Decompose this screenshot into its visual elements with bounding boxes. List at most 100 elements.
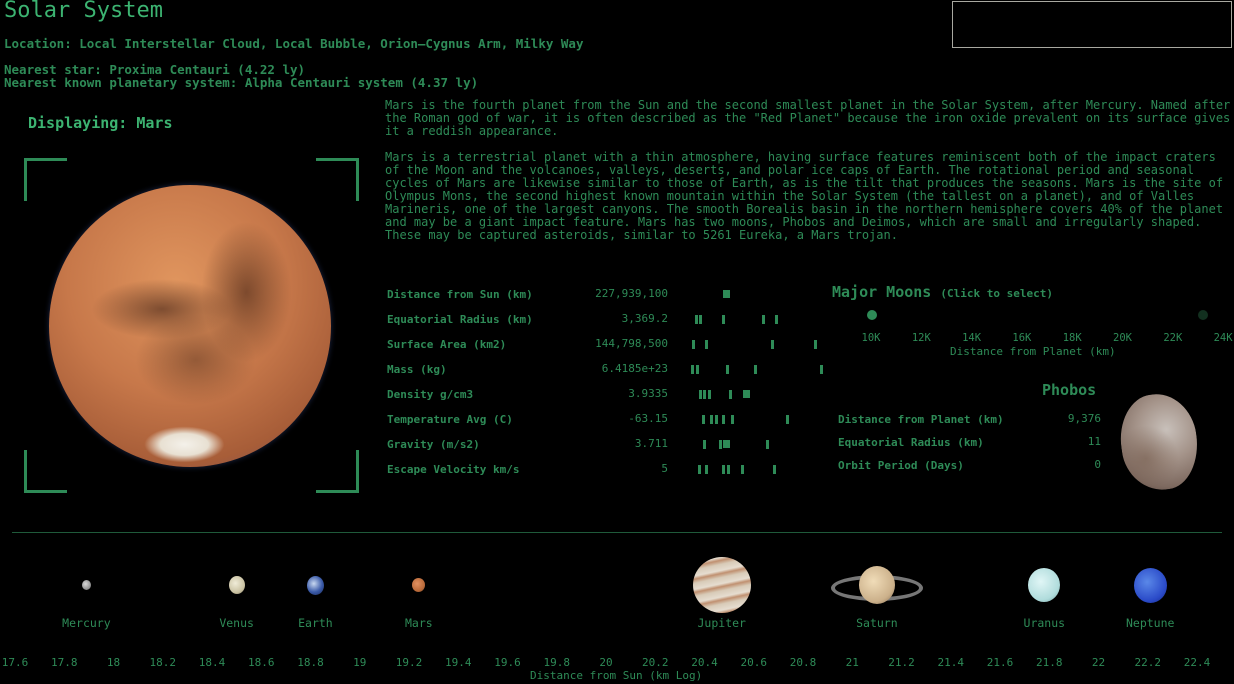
stat-tick[interactable] xyxy=(696,365,699,374)
stat-tick[interactable] xyxy=(786,415,789,424)
stat-tick[interactable] xyxy=(775,315,778,324)
planet-venus[interactable] xyxy=(228,576,245,594)
stat-tick[interactable] xyxy=(766,440,769,449)
stat-tick[interactable] xyxy=(729,390,732,399)
stat-label: Mass (kg) xyxy=(387,363,447,376)
stat-tick[interactable] xyxy=(771,340,774,349)
planet-label-earth[interactable]: Earth xyxy=(298,616,333,630)
planets-axis-tick: 18.4 xyxy=(198,656,226,669)
moons-axis-tick: 20K xyxy=(1113,332,1132,344)
moons-axis-tick: 16K xyxy=(1012,332,1032,344)
planets-axis-tick: 21 xyxy=(845,656,859,669)
planet-earth[interactable] xyxy=(306,575,324,595)
stat-tick[interactable] xyxy=(705,340,708,349)
location-text: Location: Local Interstellar Cloud, Loca… xyxy=(4,36,584,51)
stat-label: Temperature Avg (C) xyxy=(387,413,513,426)
stat-tick[interactable] xyxy=(708,390,711,399)
planet-jupiter[interactable] xyxy=(692,557,751,613)
planets-axis-tick: 18 xyxy=(106,656,121,669)
planets-axis-label: Distance from Sun (km Log) xyxy=(530,669,703,682)
stat-tick[interactable] xyxy=(703,390,706,399)
planet-label-jupiter[interactable]: Jupiter xyxy=(698,616,746,630)
stat-tick[interactable] xyxy=(723,440,730,448)
stat-tick[interactable] xyxy=(699,390,702,399)
phobos-moon-image xyxy=(1114,389,1204,495)
stat-tick[interactable] xyxy=(731,415,734,424)
stat-tick[interactable] xyxy=(723,290,730,298)
moon-stat-label: Equatorial Radius (km) xyxy=(838,436,984,449)
planets-axis-tick: 18.8 xyxy=(297,656,324,669)
stat-tick[interactable] xyxy=(773,465,776,474)
planet-mercury[interactable] xyxy=(81,580,91,590)
moons-axis-tick: 22K xyxy=(1163,332,1183,344)
search-input[interactable] xyxy=(952,1,1232,48)
stat-tick[interactable] xyxy=(762,315,765,324)
planets-axis-tick: 21.2 xyxy=(888,656,915,669)
stat-tick[interactable] xyxy=(727,465,730,474)
planet-saturn[interactable] xyxy=(858,566,895,604)
stat-tick[interactable] xyxy=(691,365,694,374)
stat-tick[interactable] xyxy=(741,465,744,474)
stat-value: 3.711 xyxy=(634,437,668,450)
stat-tick[interactable] xyxy=(703,440,706,449)
planet-uranus[interactable] xyxy=(1028,568,1061,602)
stat-value: 3.9335 xyxy=(628,387,668,400)
stat-comparison-strip xyxy=(688,314,828,326)
stat-tick[interactable] xyxy=(722,465,725,474)
stat-tick[interactable] xyxy=(722,415,725,424)
stat-tick[interactable] xyxy=(715,415,718,424)
stat-tick[interactable] xyxy=(814,340,817,349)
stat-tick[interactable] xyxy=(743,390,750,398)
planet-label-mars[interactable]: Mars xyxy=(405,616,433,630)
stat-value: 227,939,100 xyxy=(595,287,668,300)
stat-tick[interactable] xyxy=(710,415,713,424)
frame-corner-bottom-left xyxy=(24,450,67,493)
planets-axis-tick: 18.2 xyxy=(149,656,177,669)
moon-dot-phobos[interactable] xyxy=(866,310,877,320)
page-title: Solar System xyxy=(4,0,163,23)
planet-label-neptune[interactable]: Neptune xyxy=(1126,616,1174,630)
planets-axis-tick: 21.4 xyxy=(937,656,965,669)
stat-tick[interactable] xyxy=(754,365,757,374)
moons-axis-tick: 10K xyxy=(861,332,881,344)
moon-stat-value: 9,376 xyxy=(1067,412,1101,425)
stat-comparison-strip xyxy=(688,414,828,426)
planets-axis-tick: 19.4 xyxy=(445,656,472,669)
planet-label-saturn[interactable]: Saturn xyxy=(856,616,898,630)
displaying-label: Displaying: Mars xyxy=(28,114,173,132)
frame-corner-top-right xyxy=(316,158,359,201)
planet-neptune[interactable] xyxy=(1133,567,1167,603)
stat-tick[interactable] xyxy=(705,465,708,474)
stat-tick[interactable] xyxy=(726,365,729,374)
stat-value: 5 xyxy=(661,462,668,475)
nearest-system-text: Nearest known planetary system: Alpha Ce… xyxy=(4,75,479,90)
moons-axis-tick: 14K xyxy=(962,332,982,344)
planet-label-mercury[interactable]: Mercury xyxy=(62,616,110,630)
moon-dot-deimos[interactable] xyxy=(1198,310,1209,320)
stat-value: 6.4185e+23 xyxy=(601,362,668,375)
planets-axis-tick: 19.6 xyxy=(494,656,521,669)
stat-tick[interactable] xyxy=(692,340,695,349)
stat-tick[interactable] xyxy=(702,415,705,424)
selected-moon-name: Phobos xyxy=(1042,381,1097,399)
stat-label: Surface Area (km2) xyxy=(387,338,507,351)
stat-tick[interactable] xyxy=(719,440,722,449)
planet-label-uranus[interactable]: Uranus xyxy=(1024,616,1066,630)
planets-axis-tick: 22 xyxy=(1091,656,1106,669)
planets-axis-tick: 20.2 xyxy=(642,656,669,669)
moon-stat-label: Distance from Planet (km) xyxy=(838,413,1004,426)
planets-axis-tick: 17.6 xyxy=(1,656,29,669)
stat-tick[interactable] xyxy=(699,315,702,324)
stat-tick[interactable] xyxy=(820,365,823,374)
stat-tick[interactable] xyxy=(722,315,725,324)
planet-label-venus[interactable]: Venus xyxy=(219,616,254,630)
stat-comparison-strip xyxy=(688,339,828,351)
planets-axis-tick: 20.8 xyxy=(789,656,817,669)
mars-planet-image xyxy=(49,185,331,467)
planet-mars[interactable] xyxy=(412,578,426,592)
stat-tick[interactable] xyxy=(698,465,701,474)
stat-label: Density g/cm3 xyxy=(387,388,474,401)
stat-value: -63.15 xyxy=(628,412,668,425)
stat-tick[interactable] xyxy=(695,315,698,324)
stat-value: 144,798,500 xyxy=(595,337,668,350)
